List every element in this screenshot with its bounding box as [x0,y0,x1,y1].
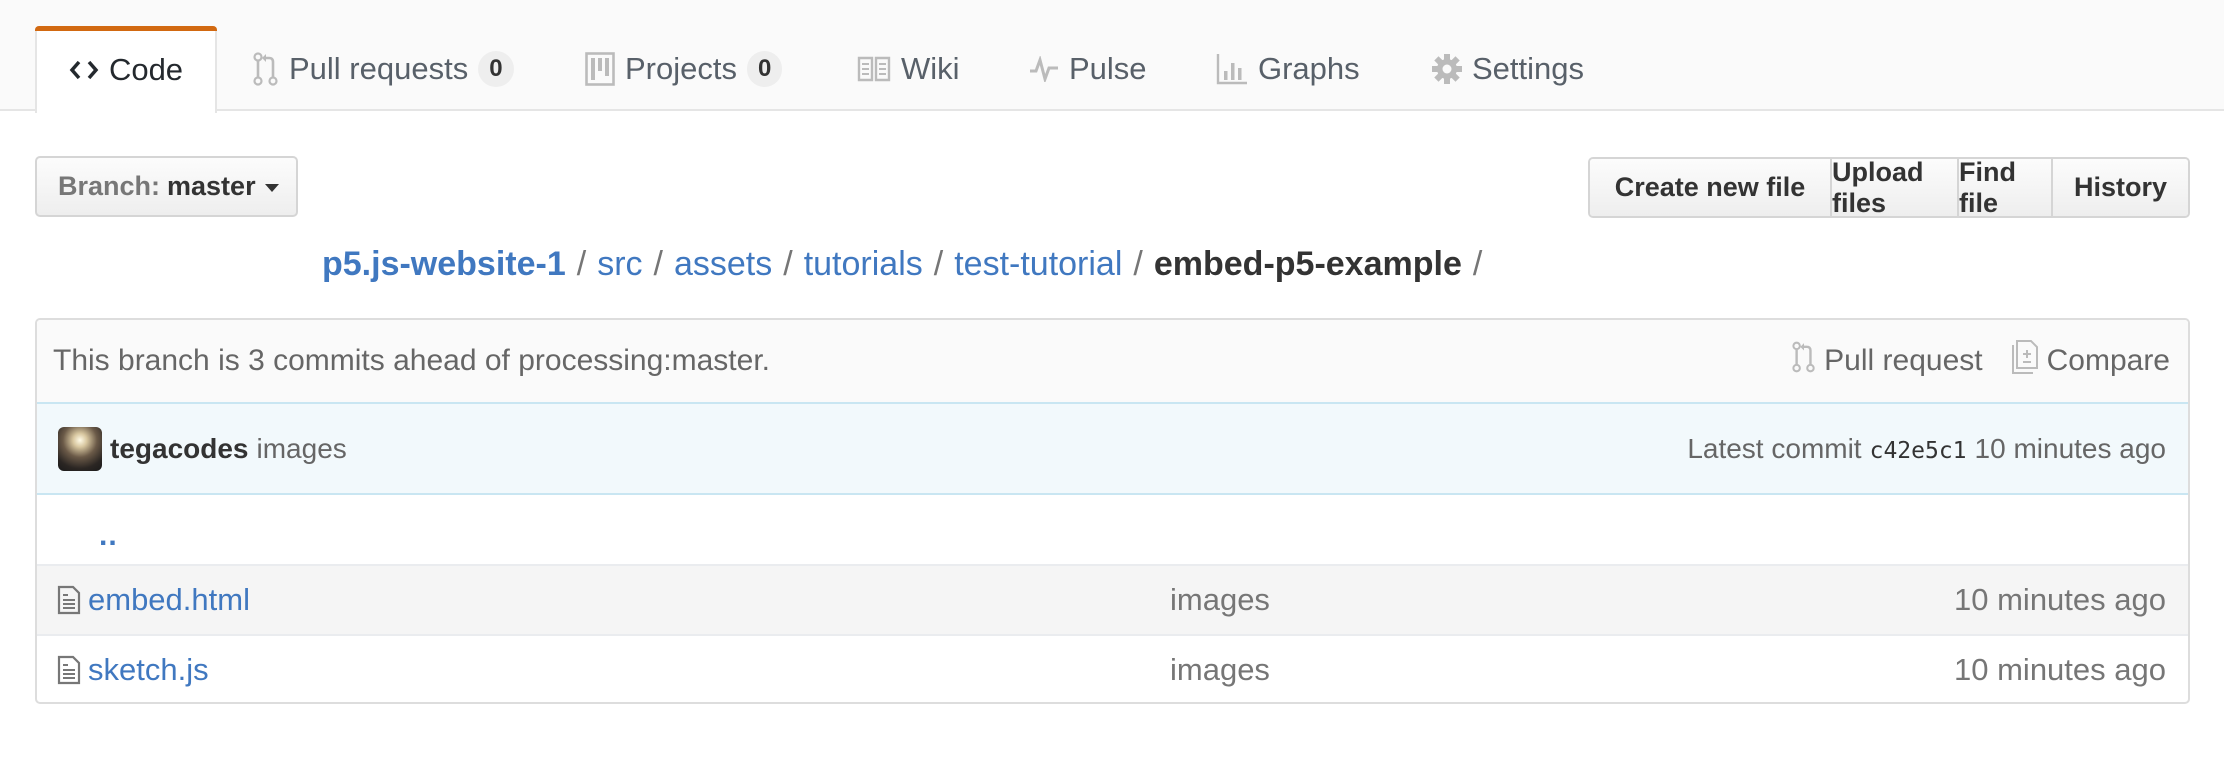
breadcrumb-repo-link[interactable]: p5.js-website-1 [322,245,566,284]
caret-down-icon [264,184,279,192]
file-age: 10 minutes ago [1954,582,2166,617]
breadcrumb-separator: / [783,245,793,283]
commit-message[interactable]: images [257,433,347,465]
file-text-icon [57,655,81,685]
tab-projects[interactable]: Projects 0 [585,26,783,112]
branch-status-bar: This branch is 3 commits ahead of proces… [37,320,2188,402]
tab-label: Wiki [901,51,960,86]
breadcrumb-link-src[interactable]: src [597,245,642,284]
pull-request-label: Pull request [1824,344,1983,377]
history-button[interactable]: History [2051,159,2188,216]
code-icon [69,58,99,82]
graph-icon [1216,53,1248,85]
commit-age: 10 minutes ago [1974,432,2166,464]
tab-code[interactable]: Code [35,26,217,113]
commit-author[interactable]: tegacodes [110,433,249,465]
file-text-icon [57,585,81,615]
parent-directory-row: .. [37,495,2188,564]
tab-label: Graphs [1258,51,1360,86]
commit-sha[interactable]: c42e5c1 [1870,438,1967,464]
pull-request-link[interactable]: Pull request [1792,341,1983,381]
breadcrumb-separator: / [576,245,587,283]
branch-select-button[interactable]: Branch: master [35,156,298,217]
avatar[interactable] [58,426,102,471]
latest-commit-bar: tegacodes images Latest commit c42e5c1 1… [37,402,2188,495]
file-navigation-box: This branch is 3 commits ahead of proces… [35,318,2190,704]
breadcrumb-link-test-tutorial[interactable]: test-tutorial [954,245,1122,284]
book-icon [857,56,891,82]
tab-wiki[interactable]: Wiki [857,26,960,112]
file-name-link[interactable]: sketch.js [88,652,209,688]
breadcrumb-separator: / [1472,245,1483,283]
file-row: sketch.js images 10 minutes ago [37,634,2188,702]
file-commit-message[interactable]: images [1170,652,1270,688]
compare-link[interactable]: Compare [2011,340,2170,382]
projects-count: 0 [746,51,783,87]
file-actions-group: Create new file Upload files Find file H… [1588,157,2190,218]
branch-name: master [167,171,256,201]
tab-label: Pulse [1069,51,1147,86]
file-commit-message[interactable]: images [1170,582,1270,618]
breadcrumb-link-assets[interactable]: assets [674,245,772,284]
pulse-icon [1029,56,1059,82]
breadcrumb-separator: / [933,245,944,283]
pull-requests-count: 0 [478,51,514,87]
tab-label: Settings [1472,51,1585,86]
breadcrumb-link-tutorials[interactable]: tutorials [804,245,923,284]
diff-icon [2011,340,2039,382]
breadcrumb-separator: / [1133,245,1143,283]
commit-meta: Latest commit c42e5c1 10 minutes ago [1687,433,2166,465]
gear-icon [1432,54,1462,84]
tab-label: Pull requests [289,51,469,86]
parent-directory-link[interactable]: .. [99,519,118,553]
file-row: embed.html images 10 minutes ago [37,564,2188,634]
tab-pull-requests[interactable]: Pull requests 0 [253,26,514,112]
breadcrumb-current: embed-p5-example [1153,245,1462,283]
branch-label: Branch: [58,171,161,201]
breadcrumb-separator: / [653,245,663,283]
compare-label: Compare [2046,344,2170,377]
tab-label: Projects [625,51,737,86]
repo-nav-tabs: Code Pull requests 0 Projects 0 Wiki Pul… [0,0,2224,113]
tab-settings[interactable]: Settings [1432,26,1584,112]
tab-label: Code [108,51,184,87]
tab-pulse[interactable]: Pulse [1029,26,1147,112]
project-icon [585,52,615,86]
branch-status-actions: Pull request Compare [1764,340,2170,382]
breadcrumb: p5.js-website-1 / src / assets / tutoria… [322,245,1493,284]
tab-graphs[interactable]: Graphs [1216,26,1360,112]
upload-files-button[interactable]: Upload files [1830,159,1957,216]
file-name-link[interactable]: embed.html [88,582,250,618]
branch-status-message: This branch is 3 commits ahead of proces… [53,344,770,377]
commit-author-info: tegacodes images [58,426,347,471]
find-file-button[interactable]: Find file [1957,159,2051,216]
git-pull-request-icon [1792,341,1816,381]
create-new-file-button[interactable]: Create new file [1590,159,1830,216]
latest-commit-label: Latest commit [1687,432,1862,464]
git-pull-request-icon [253,52,279,86]
file-age: 10 minutes ago [1954,652,2166,687]
